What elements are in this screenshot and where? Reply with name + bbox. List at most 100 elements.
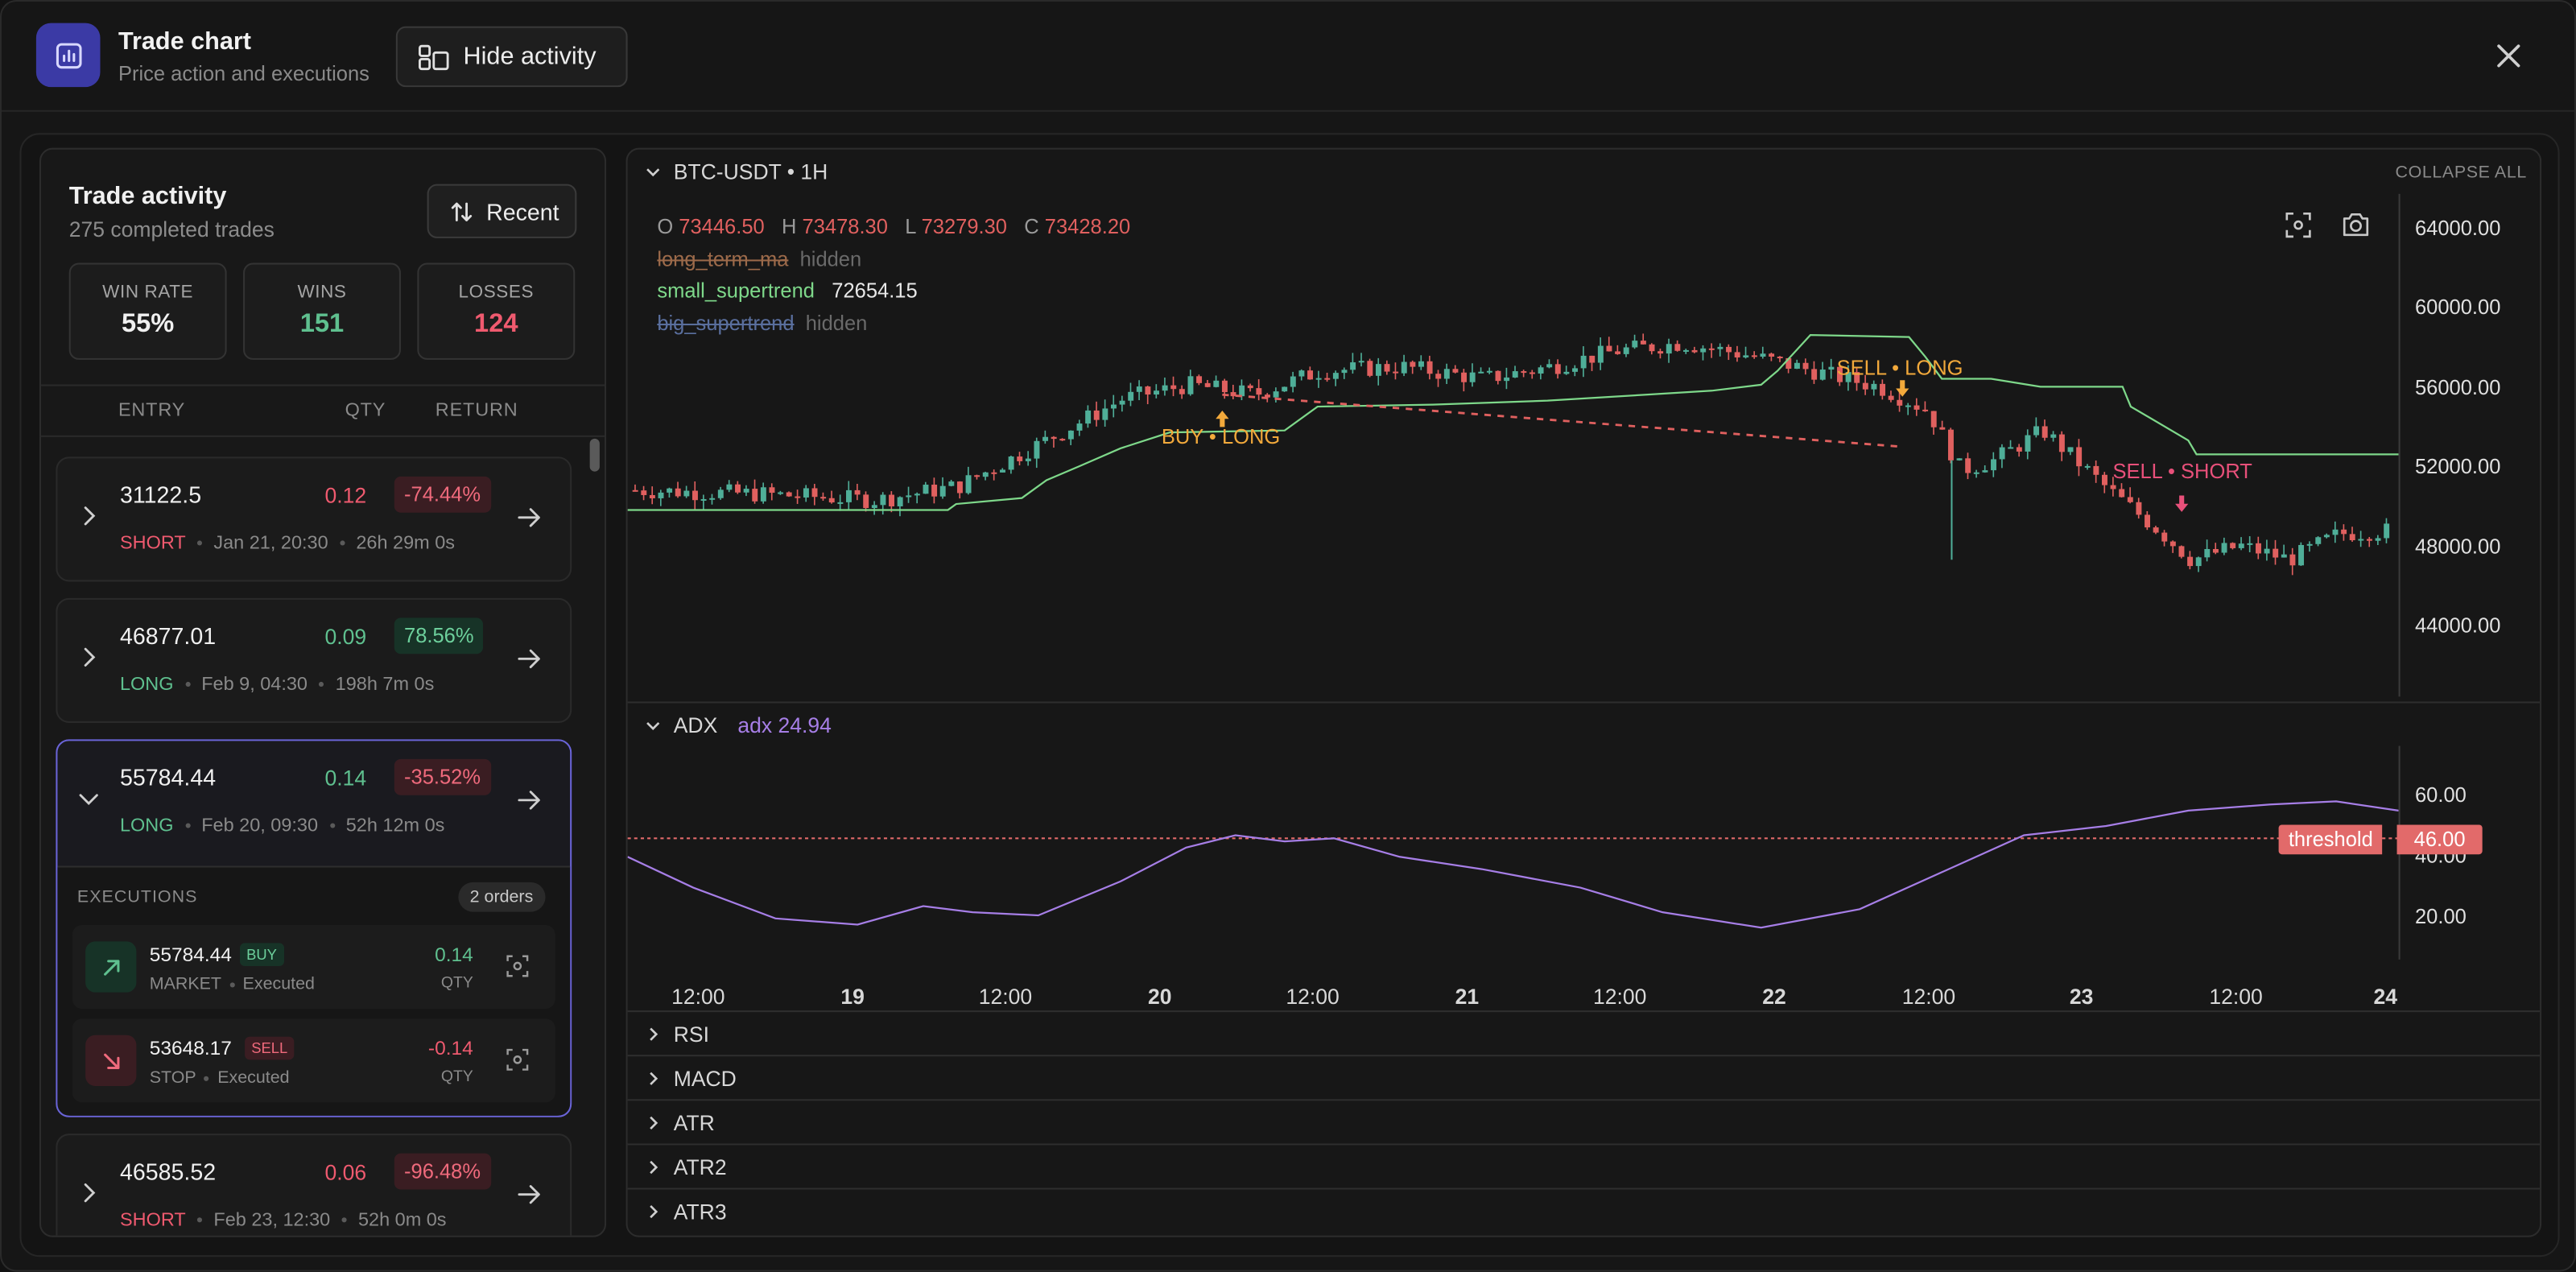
arrow-right-icon[interactable] [516,1181,543,1208]
trade-side: LONG [119,816,174,836]
execution-price: 53648.17 [149,1036,232,1060]
focus-icon[interactable] [506,955,530,978]
order-type: STOP [149,1068,196,1088]
execution-sub: STOP Executed [150,1068,290,1088]
pane-label: ATR2 [673,1154,727,1180]
focus-icon[interactable] [506,1048,530,1072]
pane-atr[interactable]: ATR [627,1099,2541,1143]
arrow-right-icon[interactable] [516,787,543,814]
chart-app-icon [35,23,101,88]
pane-atr3[interactable]: ATR3 [627,1187,2541,1232]
price-tick: 64000.00 [2414,217,2501,240]
stat-value: 151 [299,310,345,339]
time-tick: 12:00 [978,984,1033,1010]
trade-entry: 55784.44 [119,763,217,791]
chevron-right-icon[interactable] [77,1181,101,1204]
trade-side: SHORT [119,534,186,554]
trade-card-selected[interactable]: 55784.44 0.14 -35.52% LONG Feb 20, 09:30 5… [56,739,572,1117]
trade-meta: LONG Feb 20, 09:30 52h 12m 0s [120,816,444,836]
stat-label: LOSSES [458,283,535,303]
activity-subtitle: 275 completed trades [68,217,275,242]
trade-meta: LONG Feb 9, 04:30 198h 7m 0s [120,675,434,695]
pane-macd[interactable]: MACD [627,1055,2541,1099]
arrow-right-icon[interactable] [516,646,543,672]
sort-recent-button[interactable]: Recent [427,184,577,238]
arrow-right-icon[interactable] [516,505,543,531]
arrow-down-right-icon [85,1035,137,1086]
activity-title: Trade activity [68,182,227,211]
execution-row[interactable]: 55784.44 BUY MARKET Executed 0.14 QTY [72,924,555,1010]
stat-win-rate: WIN RATE 55% [68,262,227,360]
trade-date: Feb 20, 09:30 [201,816,319,836]
stat-label: WIN RATE [102,283,194,303]
chevron-right-icon[interactable] [77,646,101,669]
pane-label: RSI [673,1022,709,1047]
price-tick: 52000.00 [2414,455,2501,478]
price-axis: 64000.00 60000.00 56000.00 52000.00 4800… [2398,193,2541,697]
trade-date: Feb 23, 12:30 [213,1211,331,1231]
trade-card[interactable]: 46585.52 0.06 -96.48% SHORT Feb 23, 12:30… [56,1134,572,1236]
execution-sub: MARKET Executed [150,974,315,993]
price-tick: 48000.00 [2414,535,2501,559]
order-status: Executed [217,1068,290,1088]
chevron-right-icon[interactable] [644,1025,662,1043]
order-type: MARKET [149,974,222,994]
time-tick: 12:00 [1901,984,1956,1010]
trade-card[interactable]: 31122.5 0.12 -74.44% SHORT Jan 21, 20:30 2… [56,456,572,582]
modal-title: Trade chart [118,27,251,56]
time-tick: 19 [840,984,865,1010]
trade-entry: 46585.52 [119,1158,217,1185]
trade-meta: SHORT Jan 21, 20:30 26h 29m 0s [120,534,455,553]
trade-duration: 52h 0m 0s [357,1211,447,1231]
trade-duration: 52h 12m 0s [345,816,445,836]
close-icon[interactable] [2489,36,2529,76]
time-tick: 21 [1455,984,1480,1010]
stat-value: 124 [474,310,518,339]
trade-qty: 0.06 [324,1159,367,1185]
adx-tick: 20.00 [2414,905,2467,929]
pane-label: ATR3 [673,1199,727,1225]
chevron-right-icon[interactable] [644,1158,662,1176]
arrow-up-right-icon [85,941,137,993]
time-tick: 12:00 [1286,984,1340,1010]
trade-return-badge: -96.48% [394,1153,491,1190]
time-tick: 12:00 [1593,984,1647,1010]
execution-qty-label: QTY [440,1068,473,1086]
execution-qty: -0.14 [427,1036,473,1060]
trade-meta: SHORT Feb 23, 12:30 52h 0m 0s [120,1211,447,1230]
modal-subtitle: Price action and executions [118,62,369,86]
trade-side: LONG [119,675,174,696]
pane-rsi[interactable]: RSI [627,1010,2541,1055]
hide-activity-button[interactable]: Hide activity [395,26,628,88]
price-tick: 56000.00 [2414,376,2501,399]
execution-row[interactable]: 53648.17 SELL STOP Executed -0.14 QTY [72,1018,555,1103]
modal-header: Trade chart Price action and executions … [2,2,2574,112]
scrollbar-thumb[interactable] [589,438,600,472]
trade-side: SHORT [119,1211,186,1231]
trade-entry: 46877.01 [119,622,217,650]
trade-duration: 26h 29m 0s [356,534,456,554]
hide-activity-label: Hide activity [463,43,597,71]
time-tick: 12:00 [671,984,725,1010]
chevron-right-icon[interactable] [644,1070,662,1088]
trade-qty: 0.09 [324,624,367,650]
time-tick: 24 [2373,984,2398,1010]
collapse-all-button[interactable]: COLLAPSE ALL [2395,163,2526,182]
trade-card[interactable]: 46877.01 0.09 78.56% LONG Feb 9, 04:30 198… [56,597,572,723]
trade-activity-panel: Trade activity 275 completed trades Rece… [39,147,607,1237]
chevron-right-icon[interactable] [644,1114,662,1132]
trade-return-badge: -74.44% [394,476,491,513]
time-tick: 20 [1148,984,1172,1010]
trade-entry: 31122.5 [119,481,202,508]
trade-duration: 198h 7m 0s [335,675,435,696]
trade-qty: 0.14 [324,766,367,791]
col-return: RETURN [435,400,518,421]
chevron-right-icon[interactable] [77,505,101,528]
pane-atr2[interactable]: ATR2 [627,1143,2541,1187]
chevron-right-icon[interactable] [644,1203,662,1220]
chevron-down-icon[interactable] [77,787,101,811]
time-tick: 12:00 [2209,984,2263,1010]
time-tick: 23 [2069,984,2094,1010]
pane-label: MACD [673,1066,737,1092]
col-qty: QTY [345,400,386,421]
